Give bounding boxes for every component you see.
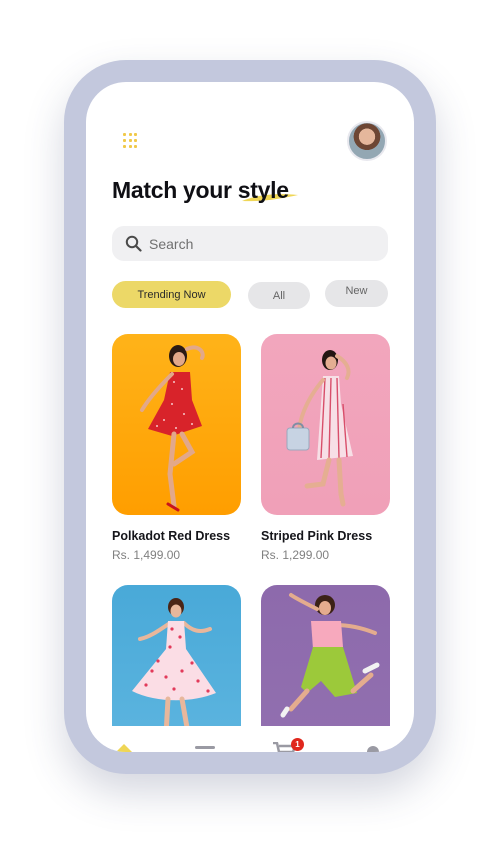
product-card[interactable]: Polkadot Red Dress Rs. 1,499.00 (112, 334, 241, 562)
home-icon[interactable] (116, 744, 132, 752)
filter-new[interactable]: New (325, 280, 388, 307)
bottom-navigation: 1 (86, 726, 414, 752)
cart-count-badge: 1 (291, 738, 304, 751)
product-name[interactable]: Polkadot Red Dress (112, 529, 241, 543)
product-image[interactable] (261, 334, 390, 515)
product-card[interactable]: Striped Pink Dress Rs. 1,299.00 (261, 334, 390, 562)
list-icon[interactable] (195, 746, 215, 749)
product-image[interactable] (112, 334, 241, 515)
filter-label: Trending Now (137, 288, 206, 301)
filter-all[interactable]: All (248, 282, 310, 309)
page-title: Match your style (112, 177, 289, 203)
search-input[interactable] (149, 226, 379, 261)
search-icon (125, 235, 142, 252)
filter-label: New (345, 285, 368, 297)
model-photo (286, 350, 353, 507)
profile-icon[interactable] (367, 746, 379, 752)
product-price: Rs. 1,299.00 (261, 548, 330, 562)
avatar[interactable] (347, 121, 387, 161)
product-name[interactable]: Striped Pink Dress (261, 529, 390, 543)
app-screen: Match your style Trending Now All New (86, 82, 414, 752)
search-bar[interactable] (112, 226, 388, 261)
grid-menu-icon[interactable] (123, 133, 138, 148)
model-photo (140, 345, 205, 512)
filter-label: All (272, 289, 286, 302)
product-price: Rs. 1,499.00 (112, 548, 181, 562)
filter-trending-now[interactable]: Trending Now (112, 281, 231, 308)
